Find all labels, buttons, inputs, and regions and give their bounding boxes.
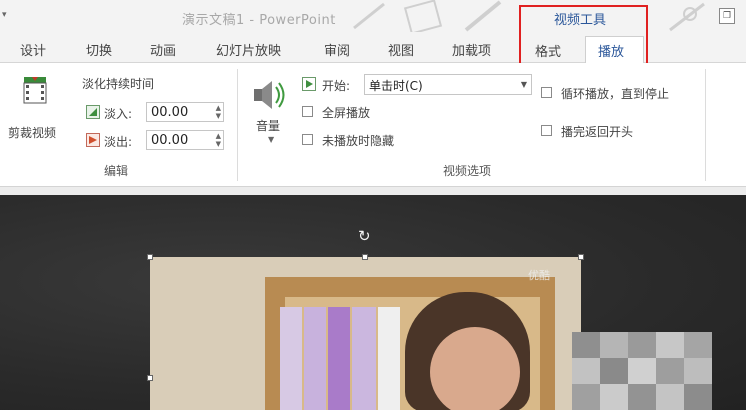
rewind-checkbox[interactable] (541, 125, 552, 136)
fade-out-icon (86, 133, 100, 147)
decorative-pencil-icon (353, 2, 385, 30)
person-face (430, 327, 520, 410)
tab-addins[interactable]: 加载项 (452, 40, 491, 59)
rewind-label: 播完返回开头 (561, 125, 634, 139)
volume-button[interactable]: 音量 ▼ (246, 73, 290, 155)
fullscreen-checkbox[interactable] (302, 106, 313, 117)
fade-duration-label: 淡化持续时间 (82, 77, 155, 91)
decorative-pen-icon (669, 2, 705, 32)
start-value: 单击时(C) (369, 79, 423, 93)
fade-in-stepper[interactable]: 00.00 ▲ ▼ (146, 102, 224, 122)
chevron-down-icon: ▼ (520, 80, 527, 89)
hide-not-playing-label: 未播放时隐藏 (322, 134, 395, 148)
resize-handle[interactable] (362, 254, 368, 260)
group-separator (237, 69, 238, 181)
ribbon-slide-gap (0, 187, 746, 195)
volume-dropdown-icon: ▼ (268, 135, 275, 144)
book (328, 307, 350, 410)
start-icon (302, 77, 316, 91)
red-highlight-box (519, 5, 648, 68)
tab-design[interactable]: 设计 (20, 40, 46, 59)
tab-review[interactable]: 审阅 (324, 40, 350, 59)
loop-label: 循环播放，直到停止 (561, 87, 670, 101)
trim-video-icon (23, 77, 47, 104)
trim-video-label: 剪裁视频 (8, 126, 57, 140)
trim-video-button[interactable]: 剪裁视频 (6, 69, 70, 149)
book (378, 307, 400, 410)
decorative-ruler-icon (464, 0, 502, 32)
group-separator (705, 69, 706, 181)
tab-transitions[interactable]: 切换 (86, 40, 112, 59)
video-options-group-label: 视频选项 (443, 164, 492, 178)
fade-in-value: 00.00 (151, 105, 189, 120)
spin-up-icon[interactable]: ▲ (216, 105, 221, 112)
ribbon-display-options-icon[interactable]: ❐ (719, 8, 735, 24)
loop-checkbox[interactable] (541, 87, 552, 98)
spin-down-icon[interactable]: ▼ (216, 113, 221, 120)
volume-icon (254, 81, 285, 109)
resize-handle[interactable] (147, 375, 153, 381)
fullscreen-label: 全屏播放 (322, 106, 371, 120)
book (352, 307, 376, 410)
tab-view[interactable]: 视图 (388, 40, 414, 59)
book (280, 307, 302, 410)
fade-in-icon (86, 105, 100, 119)
resize-handle[interactable] (147, 254, 153, 260)
video-frame[interactable]: 优酷 (150, 257, 581, 410)
spin-up-icon[interactable]: ▲ (216, 133, 221, 140)
volume-label: 音量 (256, 119, 281, 133)
hide-not-playing-checkbox[interactable] (302, 134, 313, 145)
decorative-notebook-icon (403, 0, 443, 32)
tab-animations[interactable]: 动画 (150, 40, 176, 59)
rotate-handle-icon[interactable]: ↻ (358, 227, 371, 245)
document-title: 演示文稿1 - PowerPoint (182, 13, 336, 28)
fade-out-stepper[interactable]: 00.00 ▲ ▼ (146, 130, 224, 150)
start-label: 开始: (322, 79, 351, 93)
book (304, 307, 326, 410)
video-watermark: 优酷 (528, 269, 550, 282)
quick-access-dropdown-icon[interactable]: ▾ (2, 10, 7, 20)
ribbon-playback: 剪裁视频 淡化持续时间 淡入: 00.00 ▲ ▼ 淡出: 00.00 ▲ ▼ … (0, 63, 746, 187)
start-dropdown[interactable]: 单击时(C) ▼ (364, 74, 532, 95)
spin-down-icon[interactable]: ▼ (216, 141, 221, 148)
fade-out-label: 淡出: (104, 135, 133, 149)
resize-handle[interactable] (578, 254, 584, 260)
edit-group-label: 编辑 (104, 164, 129, 178)
fade-out-value: 00.00 (151, 133, 189, 148)
pixelated-mosaic (572, 332, 712, 410)
tab-slideshow[interactable]: 幻灯片放映 (216, 40, 281, 59)
fade-in-label: 淡入: (104, 107, 133, 121)
